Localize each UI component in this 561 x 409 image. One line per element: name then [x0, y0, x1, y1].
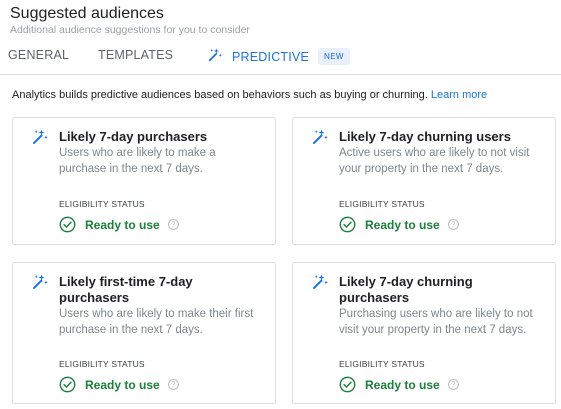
magic-wand-icon: [33, 274, 48, 289]
status-text: Ready to use: [85, 217, 160, 232]
intro-text: Analytics builds predictive audiences ba…: [12, 88, 487, 102]
card-title: Likely 7-day purchasers: [59, 129, 208, 144]
card-title: Likely 7-day churning purchasers: [339, 274, 473, 305]
tab-predictive[interactable]: PREDICTIVE NEW: [207, 48, 350, 65]
magic-wand-icon: [313, 274, 328, 289]
tab-general[interactable]: GENERAL: [8, 48, 69, 62]
eligibility-status: Ready to use ?: [59, 376, 179, 393]
help-icon[interactable]: ?: [167, 219, 179, 230]
check-circle-icon: [339, 216, 356, 233]
tab-templates[interactable]: TEMPLATES: [98, 48, 173, 62]
help-icon[interactable]: ?: [447, 379, 459, 390]
page-header: Suggested audiences Additional audience …: [10, 4, 250, 37]
audience-card-likely-churning-users[interactable]: Likely 7-day churning users Active users…: [292, 117, 556, 245]
magic-wand-icon: [208, 48, 222, 62]
eligibility-status-label: ELIGIBILITY STATUS: [339, 199, 425, 209]
help-icon[interactable]: ?: [447, 219, 459, 230]
new-badge: NEW: [318, 48, 350, 65]
tab-bar: GENERAL TEMPLATES PREDICTIVE NEW: [0, 40, 561, 75]
audience-card-likely-churning-purchasers[interactable]: Likely 7-day churning purchasers Purchas…: [292, 262, 556, 404]
status-text: Ready to use: [365, 217, 440, 232]
check-circle-icon: [59, 216, 76, 233]
eligibility-status-label: ELIGIBILITY STATUS: [59, 359, 145, 369]
intro-description: Analytics builds predictive audiences ba…: [12, 89, 428, 101]
magic-wand-icon: [313, 129, 328, 144]
eligibility-status-label: ELIGIBILITY STATUS: [339, 359, 425, 369]
check-circle-icon: [59, 376, 76, 393]
eligibility-status: Ready to use ?: [59, 216, 179, 233]
card-description: Purchasing users who are likely to not v…: [339, 308, 533, 336]
card-title: Likely 7-day churning users: [339, 129, 511, 144]
magic-wand-icon: [33, 129, 48, 144]
card-title: Likely first-time 7-day purchasers: [59, 274, 193, 305]
learn-more-link[interactable]: Learn more: [431, 89, 487, 101]
card-description: Active users who are likely to not visit…: [339, 147, 530, 175]
card-description: Users who are likely to make their first…: [59, 308, 254, 336]
audience-card-likely-first-time-purchasers[interactable]: Likely first-time 7-day purchasers Users…: [12, 262, 276, 404]
eligibility-status-label: ELIGIBILITY STATUS: [59, 199, 145, 209]
eligibility-status: Ready to use ?: [339, 216, 459, 233]
page-subtitle: Additional audience suggestions for you …: [10, 24, 250, 36]
eligibility-status: Ready to use ?: [339, 376, 459, 393]
check-circle-icon: [339, 376, 356, 393]
page-title: Suggested audiences: [10, 5, 164, 22]
audience-card-likely-purchasers[interactable]: Likely 7-day purchasers Users who are li…: [12, 117, 276, 245]
status-text: Ready to use: [365, 377, 440, 392]
tab-predictive-label: PREDICTIVE: [232, 49, 310, 64]
status-text: Ready to use: [85, 377, 160, 392]
help-icon[interactable]: ?: [167, 379, 179, 390]
card-description: Users who are likely to make a purchase …: [59, 147, 216, 175]
